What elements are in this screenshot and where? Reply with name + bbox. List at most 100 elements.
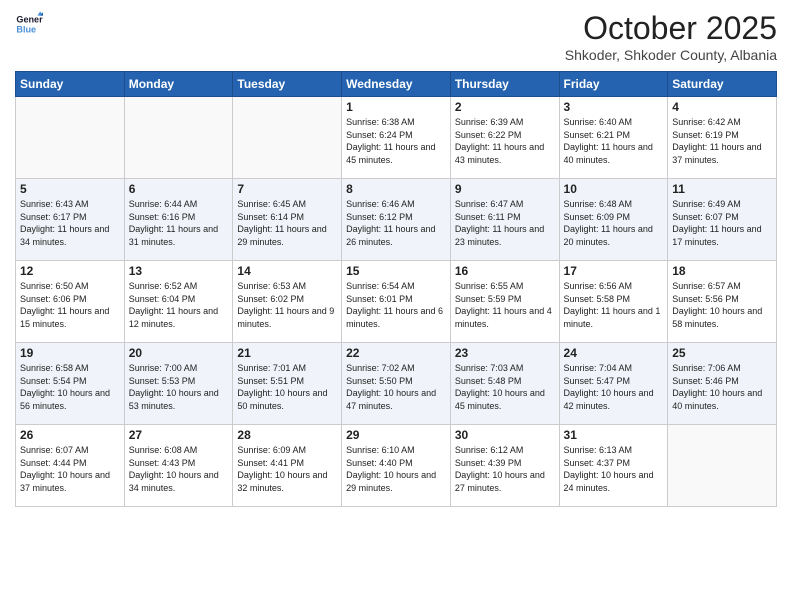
- date-number: 30: [455, 428, 555, 442]
- cal-cell: [16, 97, 125, 179]
- date-number: 5: [20, 182, 120, 196]
- cal-cell: 2 Sunrise: 6:39 AM Sunset: 6:22 PM Daylig…: [450, 97, 559, 179]
- date-number: 26: [20, 428, 120, 442]
- cal-cell: 24 Sunrise: 7:04 AM Sunset: 5:47 PM Dayli…: [559, 343, 668, 425]
- cal-cell: 6 Sunrise: 6:44 AM Sunset: 6:16 PM Daylig…: [124, 179, 233, 261]
- cal-cell: 5Sunrise: 6:43 AM Sunset: 6:17 PM Daylig…: [16, 179, 125, 261]
- calendar-page: General Blue October 2025 Shkoder, Shkod…: [0, 0, 792, 612]
- day-header-row: SundayMondayTuesdayWednesdayThursdayFrid…: [16, 72, 777, 97]
- cell-info: Sunrise: 7:00 AM Sunset: 5:53 PM Dayligh…: [129, 362, 229, 412]
- date-number: 24: [564, 346, 664, 360]
- date-number: 31: [564, 428, 664, 442]
- svg-text:General: General: [16, 15, 43, 25]
- cal-cell: 21 Sunrise: 7:01 AM Sunset: 5:51 PM Dayli…: [233, 343, 342, 425]
- date-number: 4: [672, 100, 772, 114]
- date-number: 14: [237, 264, 337, 278]
- cal-cell: [124, 97, 233, 179]
- cal-cell: 7 Sunrise: 6:45 AM Sunset: 6:14 PM Daylig…: [233, 179, 342, 261]
- cell-info: Sunrise: 6:58 AM Sunset: 5:54 PM Dayligh…: [20, 362, 120, 412]
- cell-info: Sunrise: 6:46 AM Sunset: 6:12 PM Dayligh…: [346, 198, 446, 248]
- month-title: October 2025: [565, 10, 777, 47]
- date-number: 12: [20, 264, 120, 278]
- cal-cell: 25 Sunrise: 7:06 AM Sunset: 5:46 PM Dayli…: [668, 343, 777, 425]
- cell-info: Sunrise: 7:04 AM Sunset: 5:47 PM Dayligh…: [564, 362, 664, 412]
- date-number: 25: [672, 346, 772, 360]
- date-number: 21: [237, 346, 337, 360]
- cell-info: Sunrise: 6:38 AM Sunset: 6:24 PM Dayligh…: [346, 116, 446, 166]
- cal-cell: 4Sunrise: 6:42 AM Sunset: 6:19 PM Daylig…: [668, 97, 777, 179]
- cal-cell: 13 Sunrise: 6:52 AM Sunset: 6:04 PM Dayli…: [124, 261, 233, 343]
- cell-info: Sunrise: 7:01 AM Sunset: 5:51 PM Dayligh…: [237, 362, 337, 412]
- date-number: 20: [129, 346, 229, 360]
- cal-cell: 9 Sunrise: 6:47 AM Sunset: 6:11 PM Daylig…: [450, 179, 559, 261]
- cal-cell: 22 Sunrise: 7:02 AM Sunset: 5:50 PM Dayli…: [342, 343, 451, 425]
- cal-cell: 3Sunrise: 6:40 AM Sunset: 6:21 PM Daylig…: [559, 97, 668, 179]
- day-header-tuesday: Tuesday: [233, 72, 342, 97]
- cal-cell: 30Sunrise: 6:12 AM Sunset: 4:39 PM Dayli…: [450, 425, 559, 507]
- cell-info: Sunrise: 6:39 AM Sunset: 6:22 PM Dayligh…: [455, 116, 555, 166]
- day-header-wednesday: Wednesday: [342, 72, 451, 97]
- logo-icon: General Blue: [15, 10, 43, 38]
- date-number: 15: [346, 264, 446, 278]
- week-row-4: 19Sunrise: 6:58 AM Sunset: 5:54 PM Dayli…: [16, 343, 777, 425]
- date-number: 18: [672, 264, 772, 278]
- cell-info: Sunrise: 6:57 AM Sunset: 5:56 PM Dayligh…: [672, 280, 772, 330]
- date-number: 29: [346, 428, 446, 442]
- date-number: 8: [346, 182, 446, 196]
- cal-cell: 14 Sunrise: 6:53 AM Sunset: 6:02 PM Dayli…: [233, 261, 342, 343]
- date-number: 27: [129, 428, 229, 442]
- cell-info: Sunrise: 6:53 AM Sunset: 6:02 PM Dayligh…: [237, 280, 337, 330]
- date-number: 13: [129, 264, 229, 278]
- cal-cell: 29 Sunrise: 6:10 AM Sunset: 4:40 PM Dayli…: [342, 425, 451, 507]
- location-subtitle: Shkoder, Shkoder County, Albania: [565, 47, 777, 63]
- cell-info: Sunrise: 6:10 AM Sunset: 4:40 PM Dayligh…: [346, 444, 446, 494]
- cell-info: Sunrise: 6:54 AM Sunset: 6:01 PM Dayligh…: [346, 280, 446, 330]
- cell-info: Sunrise: 6:50 AM Sunset: 6:06 PM Dayligh…: [20, 280, 120, 330]
- cal-cell: 26 Sunrise: 6:07 AM Sunset: 4:44 PM Dayli…: [16, 425, 125, 507]
- svg-text:Blue: Blue: [16, 24, 36, 34]
- cell-info: Sunrise: 6:44 AM Sunset: 6:16 PM Dayligh…: [129, 198, 229, 248]
- cal-cell: 1 Sunrise: 6:38 AM Sunset: 6:24 PM Daylig…: [342, 97, 451, 179]
- date-number: 28: [237, 428, 337, 442]
- cal-cell: 16Sunrise: 6:55 AM Sunset: 5:59 PM Dayli…: [450, 261, 559, 343]
- week-row-5: 26 Sunrise: 6:07 AM Sunset: 4:44 PM Dayli…: [16, 425, 777, 507]
- day-header-friday: Friday: [559, 72, 668, 97]
- calendar-table: SundayMondayTuesdayWednesdayThursdayFrid…: [15, 71, 777, 507]
- cell-info: Sunrise: 7:02 AM Sunset: 5:50 PM Dayligh…: [346, 362, 446, 412]
- date-number: 22: [346, 346, 446, 360]
- cal-cell: [233, 97, 342, 179]
- cal-cell: 28 Sunrise: 6:09 AM Sunset: 4:41 PM Dayli…: [233, 425, 342, 507]
- cell-info: Sunrise: 6:09 AM Sunset: 4:41 PM Dayligh…: [237, 444, 337, 494]
- cell-info: Sunrise: 6:52 AM Sunset: 6:04 PM Dayligh…: [129, 280, 229, 330]
- cal-cell: 20 Sunrise: 7:00 AM Sunset: 5:53 PM Dayli…: [124, 343, 233, 425]
- cal-cell: 15 Sunrise: 6:54 AM Sunset: 6:01 PM Dayli…: [342, 261, 451, 343]
- date-number: 1: [346, 100, 446, 114]
- date-number: 3: [564, 100, 664, 114]
- cell-info: Sunrise: 6:47 AM Sunset: 6:11 PM Dayligh…: [455, 198, 555, 248]
- cell-info: Sunrise: 6:07 AM Sunset: 4:44 PM Dayligh…: [20, 444, 120, 494]
- cell-info: Sunrise: 6:13 AM Sunset: 4:37 PM Dayligh…: [564, 444, 664, 494]
- date-number: 23: [455, 346, 555, 360]
- date-number: 11: [672, 182, 772, 196]
- week-row-2: 5Sunrise: 6:43 AM Sunset: 6:17 PM Daylig…: [16, 179, 777, 261]
- date-number: 2: [455, 100, 555, 114]
- week-row-1: 1 Sunrise: 6:38 AM Sunset: 6:24 PM Daylig…: [16, 97, 777, 179]
- cell-info: Sunrise: 7:03 AM Sunset: 5:48 PM Dayligh…: [455, 362, 555, 412]
- week-row-3: 12 Sunrise: 6:50 AM Sunset: 6:06 PM Dayli…: [16, 261, 777, 343]
- cell-info: Sunrise: 6:49 AM Sunset: 6:07 PM Dayligh…: [672, 198, 772, 248]
- page-header: General Blue October 2025 Shkoder, Shkod…: [15, 10, 777, 63]
- title-block: October 2025 Shkoder, Shkoder County, Al…: [565, 10, 777, 63]
- cell-info: Sunrise: 6:48 AM Sunset: 6:09 PM Dayligh…: [564, 198, 664, 248]
- cell-info: Sunrise: 7:06 AM Sunset: 5:46 PM Dayligh…: [672, 362, 772, 412]
- cal-cell: [668, 425, 777, 507]
- date-number: 6: [129, 182, 229, 196]
- cal-cell: 10Sunrise: 6:48 AM Sunset: 6:09 PM Dayli…: [559, 179, 668, 261]
- date-number: 7: [237, 182, 337, 196]
- cal-cell: 11 Sunrise: 6:49 AM Sunset: 6:07 PM Dayli…: [668, 179, 777, 261]
- date-number: 16: [455, 264, 555, 278]
- cal-cell: 19Sunrise: 6:58 AM Sunset: 5:54 PM Dayli…: [16, 343, 125, 425]
- date-number: 9: [455, 182, 555, 196]
- cal-cell: 12 Sunrise: 6:50 AM Sunset: 6:06 PM Dayli…: [16, 261, 125, 343]
- day-header-thursday: Thursday: [450, 72, 559, 97]
- cell-info: Sunrise: 6:45 AM Sunset: 6:14 PM Dayligh…: [237, 198, 337, 248]
